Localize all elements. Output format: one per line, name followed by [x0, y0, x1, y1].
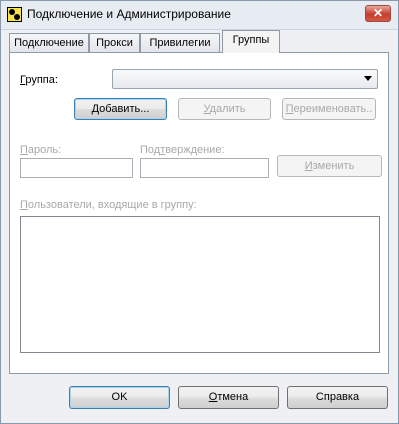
group-select[interactable] [112, 69, 378, 89]
tab-connection[interactable]: Подключение [9, 33, 89, 52]
rename-button[interactable]: Переименовать.. [282, 98, 376, 120]
help-button[interactable]: Справка [287, 386, 388, 409]
password-field[interactable] [20, 158, 133, 178]
password-label: Пароль: [20, 144, 62, 156]
group-label: Группа: [20, 74, 58, 86]
close-button[interactable]: ✕ [365, 5, 391, 22]
confirm-field[interactable] [140, 158, 269, 178]
delete-button[interactable]: Удалить [178, 98, 271, 120]
dialog-window: Подключение и Администрирование ✕ Подклю… [0, 0, 399, 424]
users-list[interactable] [20, 216, 380, 353]
chevron-down-icon [364, 76, 372, 81]
add-button[interactable]: Добавить... [74, 98, 167, 120]
tab-groups[interactable]: Группы [222, 30, 280, 53]
title-bar[interactable]: Подключение и Администрирование ✕ [1, 1, 398, 30]
cancel-button[interactable]: Отмена [178, 386, 279, 409]
ok-button[interactable]: OK [69, 386, 170, 409]
confirm-label: Подтверждение: [140, 144, 225, 156]
app-icon [7, 7, 22, 22]
users-label: Пользователи, входящие в группу: [20, 199, 197, 211]
change-button[interactable]: Изменить [277, 155, 382, 177]
tab-proxy[interactable]: Прокси [89, 33, 140, 52]
tab-privileges[interactable]: Привилегии [140, 33, 220, 52]
window-title: Подключение и Администрирование [27, 7, 231, 21]
